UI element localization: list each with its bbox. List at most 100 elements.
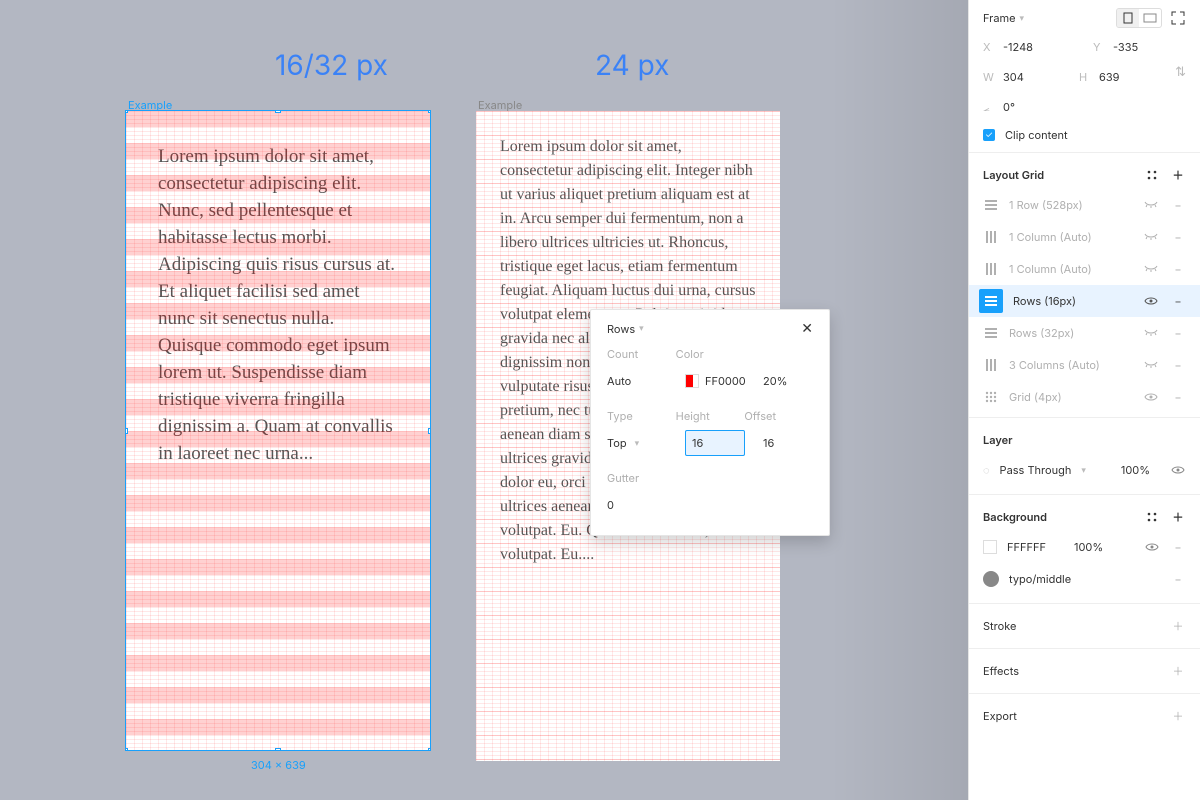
gutter-field[interactable]: 0 (607, 498, 813, 512)
blend-mode-icon[interactable]: ◌ (983, 463, 990, 477)
remove-icon[interactable]: − (1170, 294, 1186, 308)
selection-dimensions: 304 × 639 (251, 758, 306, 772)
rows-icon[interactable] (983, 325, 999, 341)
width-field[interactable]: W304 (983, 64, 1061, 90)
resize-to-fit-icon[interactable] (1170, 10, 1186, 26)
blend-mode-select[interactable]: Pass Through (1000, 463, 1072, 477)
visibility-icon[interactable] (1144, 233, 1160, 241)
clip-content-row: ✓ Clip content (969, 124, 1200, 153)
add-effect-icon[interactable]: ＋ (1170, 663, 1186, 679)
visibility-icon[interactable] (1144, 265, 1160, 273)
color-opacity-field[interactable]: 20% (763, 374, 813, 388)
cols-icon[interactable] (983, 229, 999, 245)
remove-icon[interactable]: − (1170, 358, 1186, 372)
remove-icon[interactable]: − (1170, 230, 1186, 244)
layout-grid-item[interactable]: Grid (4px) − (969, 381, 1200, 413)
remove-icon[interactable]: − (1170, 326, 1186, 340)
stroke-section: Stroke ＋ (969, 604, 1200, 649)
layer-opacity-field[interactable]: 100% (1121, 463, 1150, 477)
landscape-icon[interactable] (1139, 9, 1161, 27)
add-fill-icon[interactable]: ＋ (1170, 509, 1186, 525)
y-field[interactable]: Y-335 (1093, 34, 1185, 60)
style-picker-icon[interactable] (1144, 509, 1160, 525)
background-style-row[interactable]: typo/middle − (983, 563, 1186, 595)
frame-type-label[interactable]: Frame (983, 11, 1016, 25)
resize-handle[interactable] (126, 748, 128, 750)
color-swatch[interactable] (685, 374, 699, 388)
chevron-down-icon[interactable]: ▾ (1081, 465, 1086, 476)
add-export-icon[interactable]: ＋ (1170, 708, 1186, 724)
resize-handle[interactable] (275, 748, 281, 750)
resize-handle[interactable] (126, 428, 128, 434)
grid-label: Grid (4px) (1009, 390, 1134, 404)
chevron-down-icon[interactable]: ▾ (635, 438, 640, 449)
visibility-icon[interactable] (1144, 201, 1160, 209)
rows-popup[interactable]: Rows▾ ✕ Count Color Auto FF0000 20% Type… (590, 309, 830, 536)
x-field[interactable]: X-1248 (983, 34, 1075, 60)
chevron-down-icon[interactable]: ▾ (1020, 13, 1025, 24)
layout-grid-item[interactable]: 1 Column (Auto)− (969, 253, 1200, 285)
fill-opacity-field[interactable]: 100% (1074, 540, 1103, 554)
rows-icon[interactable] (983, 197, 999, 213)
orientation-toggle[interactable] (1116, 8, 1162, 28)
fill-hex-field[interactable]: FFFFFF (1007, 540, 1046, 554)
offset-field[interactable]: 16 (763, 436, 813, 450)
frame-header-row: Frame ▾ (969, 0, 1200, 34)
chevron-down-icon[interactable]: ▾ (639, 323, 644, 334)
layout-grid-item[interactable]: Rows (32px) − (969, 317, 1200, 349)
grid-styles-icon[interactable] (1144, 167, 1160, 183)
background-fill-row[interactable]: FFFFFF 100% − (983, 531, 1186, 563)
layer-section: Layer ◌ Pass Through ▾ 100% (969, 418, 1200, 495)
type-select[interactable]: Top▾ (607, 436, 685, 450)
frame-label-left[interactable]: Example (128, 98, 172, 112)
layout-grid-item[interactable]: 3 Columns (Auto)− (969, 349, 1200, 381)
close-icon[interactable]: ✕ (801, 320, 813, 337)
count-field[interactable]: Auto (607, 374, 685, 388)
remove-icon[interactable]: − (1170, 262, 1186, 276)
layout-grid-section: Layout Grid ＋ 1 Row (528px)−1 Column (Au… (969, 153, 1200, 418)
color-field[interactable]: FF0000 (685, 374, 763, 388)
add-grid-icon[interactable]: ＋ (1170, 167, 1186, 183)
height-field[interactable]: 16 (685, 430, 763, 456)
visibility-icon[interactable] (1170, 462, 1186, 478)
rotation-field[interactable]: ⦟0° (983, 94, 1075, 120)
remove-icon[interactable]: − (1170, 390, 1186, 404)
cols-icon[interactable] (983, 357, 999, 373)
fill-swatch[interactable] (983, 540, 997, 554)
layout-grid-item[interactable]: 1 Row (528px)− (969, 189, 1200, 221)
resize-handle[interactable] (126, 111, 128, 113)
title-16-32: 16/32 px (275, 48, 388, 82)
grid-label: Rows (32px) (1009, 326, 1134, 340)
effects-section: Effects＋ (969, 649, 1200, 694)
visibility-icon[interactable] (1144, 392, 1160, 402)
remove-icon[interactable]: − (1170, 571, 1186, 587)
stroke-title: Stroke (983, 619, 1016, 633)
portrait-icon[interactable] (1117, 9, 1139, 27)
resize-handle[interactable] (275, 111, 281, 113)
frame-label-right[interactable]: Example (478, 98, 522, 112)
resize-handle[interactable] (428, 748, 430, 750)
visibility-icon[interactable] (1144, 539, 1160, 555)
resize-handle[interactable] (428, 111, 430, 113)
constrain-proportions-icon[interactable]: ⇅ (1175, 64, 1186, 90)
add-stroke-icon[interactable]: ＋ (1170, 618, 1186, 634)
layout-grid-item[interactable]: 1 Column (Auto)− (969, 221, 1200, 253)
popup-title[interactable]: Rows (607, 322, 635, 336)
remove-icon[interactable]: − (1170, 539, 1186, 555)
remove-icon[interactable]: − (1170, 198, 1186, 212)
rows-icon[interactable] (979, 289, 1003, 313)
layout-grid-title: Layout Grid (983, 168, 1044, 182)
frame-example-left[interactable]: Lorem ipsum dolor sit amet, consectetur … (126, 111, 430, 750)
visibility-icon[interactable] (1144, 329, 1160, 337)
style-swatch (983, 571, 999, 587)
cols-icon[interactable] (983, 261, 999, 277)
title-24: 24 px (595, 48, 669, 82)
layout-grid-item[interactable]: Rows (16px)− (969, 285, 1200, 317)
clip-content-checkbox[interactable]: ✓ (983, 129, 995, 141)
angle-icon: ⦟ (983, 100, 995, 115)
grid-icon[interactable] (983, 389, 999, 405)
visibility-icon[interactable] (1144, 296, 1160, 306)
height-field[interactable]: H639 (1079, 64, 1157, 90)
resize-handle[interactable] (428, 428, 430, 434)
visibility-icon[interactable] (1144, 361, 1160, 369)
